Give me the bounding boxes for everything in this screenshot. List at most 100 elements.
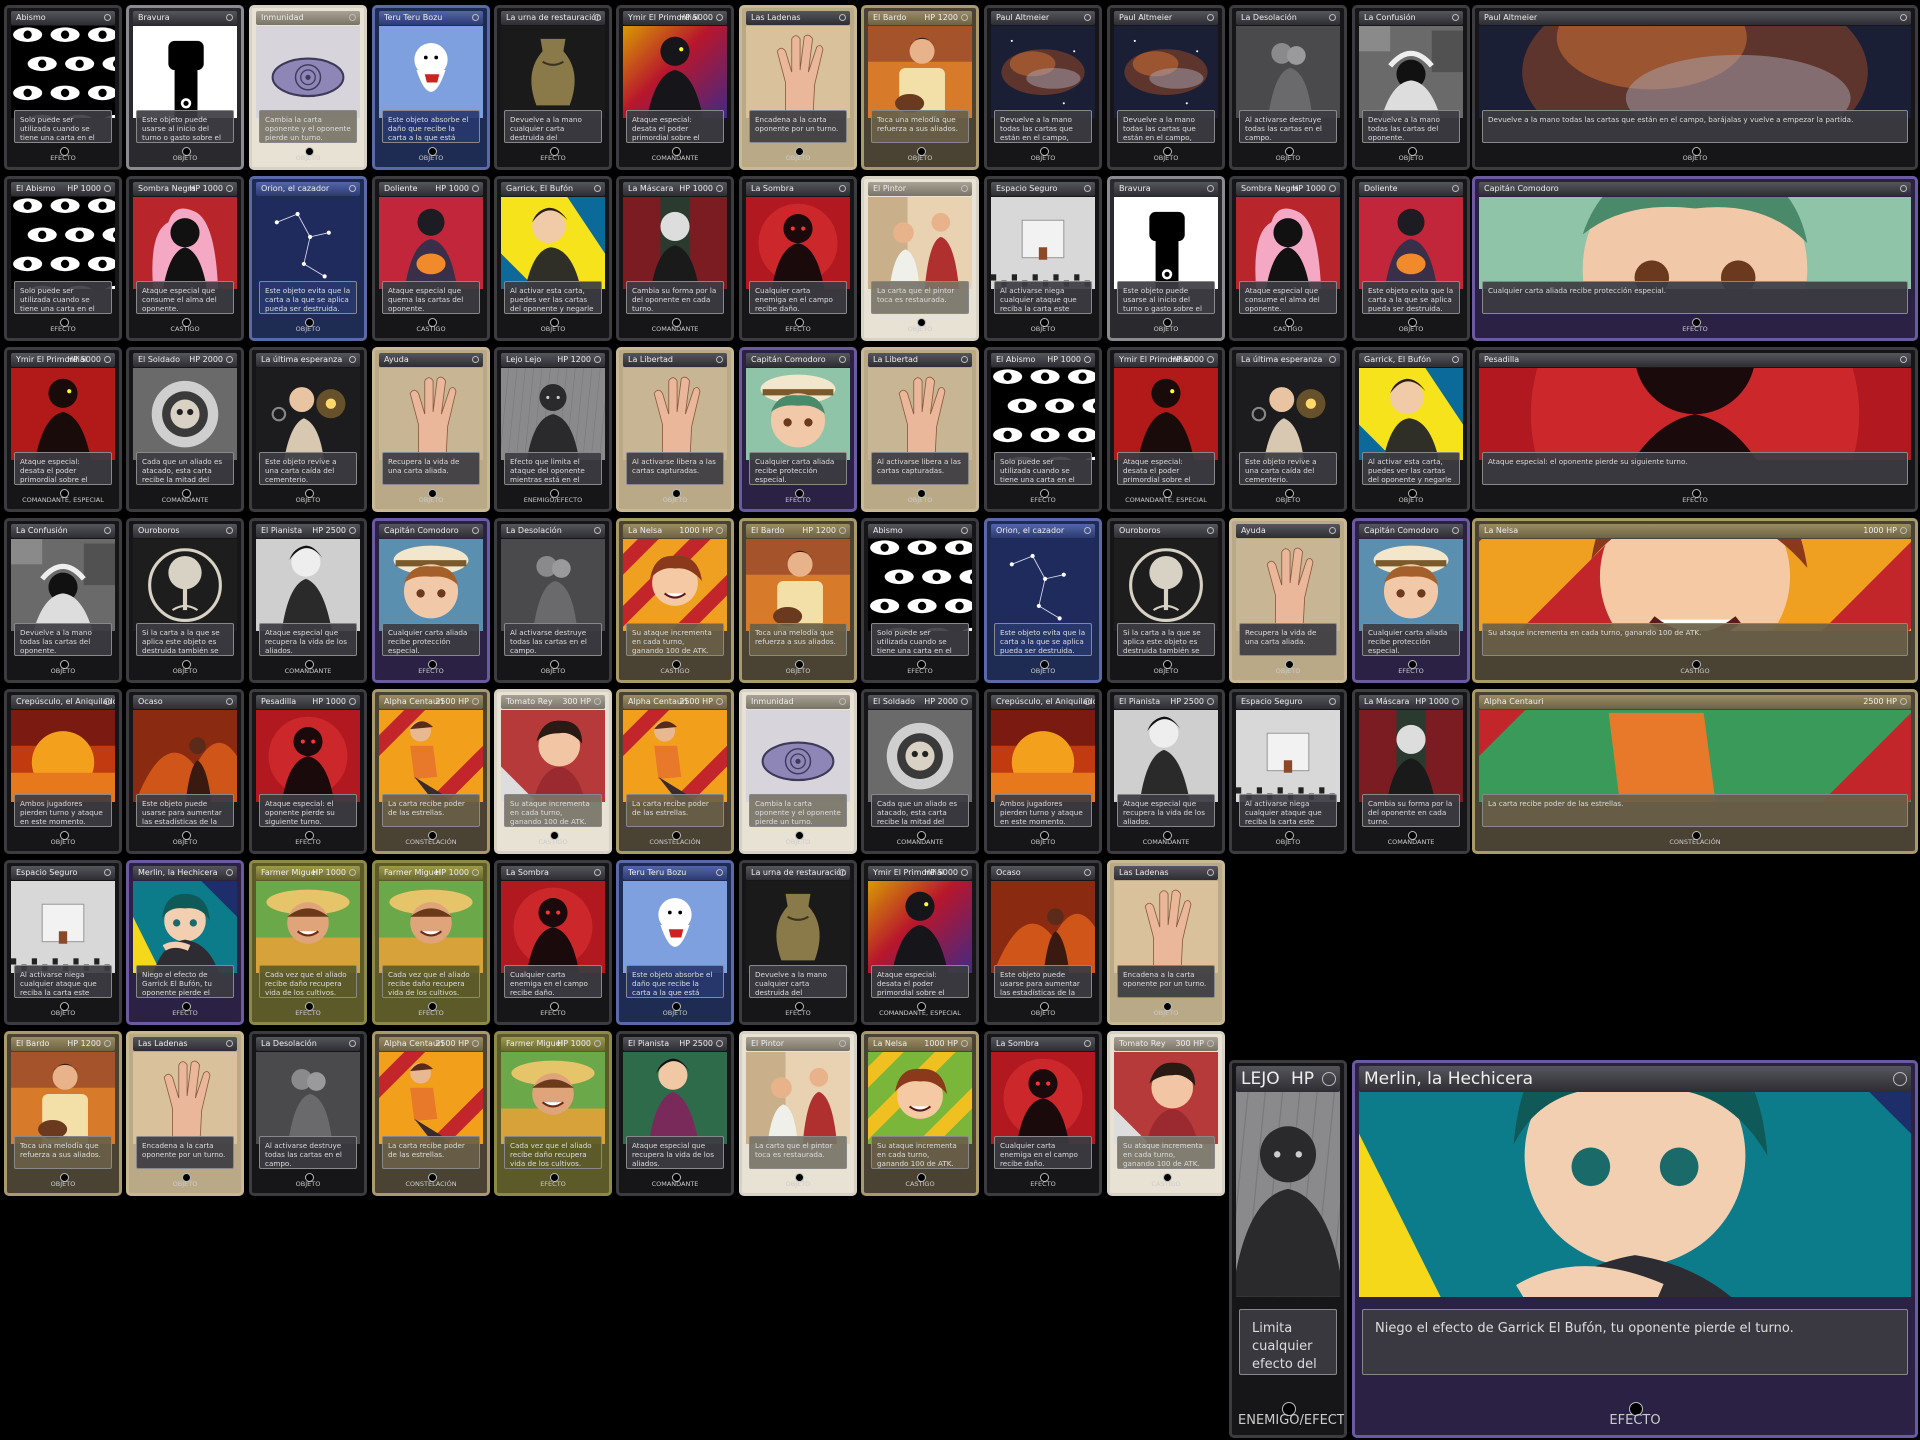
game-card[interactable]: La Desolación Al activarse destruye todas… [249, 1031, 367, 1196]
game-card[interactable]: Las Ladenas Encadena a la carta oponente … [739, 5, 857, 170]
game-card[interactable]: Pesadilla HP 1000 Ataque especial: el opon… [249, 689, 367, 854]
game-card[interactable]: Ymir El Primordial HP 5000 Ataque especial… [1107, 347, 1225, 512]
game-card[interactable]: Farmer Miguel HP 1000 Cada vez que el alia… [249, 860, 367, 1025]
game-card[interactable]: Ouroboros Si la carta a la que se aplica … [1107, 518, 1225, 683]
game-card[interactable]: Sombra Negra HP 1000 Ataque especial que c… [126, 176, 244, 341]
game-card[interactable]: Capitán Comodoro Cualquier carta aliada r… [372, 518, 490, 683]
game-card[interactable]: Ymir El Primordial HP 5000 Ataque especial… [4, 347, 122, 512]
game-card[interactable]: Farmer Miguel HP 1000 Cada vez que el alia… [372, 860, 490, 1025]
game-card[interactable]: Crepúsculo, el Aniquilador Ambos jugadore… [984, 689, 1102, 854]
game-card[interactable]: El Soldado HP 2000 Cada que un aliado es a… [126, 347, 244, 512]
game-card[interactable]: Espacio Seguro Al activarse niega cualqui… [984, 176, 1102, 341]
game-card[interactable]: Ayuda Recupera la vida de una carta aliad… [1229, 518, 1347, 683]
card-type-label: EFECTO [785, 1009, 811, 1017]
game-card[interactable]: Tomato Rey 300 HP Su ataque incrementa en … [494, 689, 612, 854]
game-card[interactable]: Alpha Centauri 2500 HP La carta recibe pod… [616, 689, 734, 854]
game-card[interactable]: Orion, el cazador Este objeto evita que l… [249, 176, 367, 341]
game-card[interactable]: Espacio Seguro Al activarse niega cualqui… [1229, 689, 1347, 854]
card-type-label: CASTIGO [1273, 325, 1303, 333]
game-card[interactable]: La urna de restauración Devuelve a la man… [739, 860, 857, 1025]
game-card[interactable]: Sombra Negra HP 1000 Ataque especial que c… [1229, 176, 1347, 341]
game-card[interactable]: El Abismo HP 1000 Solo puede ser utilizada… [984, 347, 1102, 512]
game-card[interactable]: La Confusión Devuelve a la mano todas las… [4, 518, 122, 683]
game-card[interactable]: El Pianista HP 2500 Ataque especial que re… [616, 1031, 734, 1196]
game-card[interactable]: Inmunidad Cambia la carta oponente y el o… [739, 689, 857, 854]
game-card[interactable]: Bravura Este objeto puede usarse al inici… [1107, 176, 1225, 341]
card-title: El Soldado [138, 355, 180, 364]
game-card[interactable]: Paul Altmeier Devuelve a la mano todas la… [1472, 5, 1918, 170]
card-type-label: OBJETO [418, 154, 444, 162]
game-card[interactable]: Las Ladenas Encadena a la carta oponente … [1107, 860, 1225, 1025]
game-card[interactable]: La Libertad Al activarse libera a las car… [616, 347, 734, 512]
game-card[interactable]: La Libertad Al activarse libera a las car… [861, 347, 979, 512]
card-footer: EFECTO [993, 489, 1093, 506]
game-card[interactable]: La Sombra Cualquier carta enemiga en el c… [739, 176, 857, 341]
game-card[interactable]: El Pintor La carta que el pintor toca es … [739, 1031, 857, 1196]
featured-card[interactable]: LEJO HP Limita cualquier efecto del oponen… [1229, 1060, 1347, 1438]
game-card[interactable]: Capitán Comodoro Cualquier carta aliada r… [1352, 518, 1470, 683]
game-card[interactable]: La última esperanza Este objeto revive a … [1229, 347, 1347, 512]
game-card[interactable]: El Pintor La carta que el pintor toca es … [861, 176, 979, 341]
game-card[interactable]: La Desolación Al activarse destruye todas… [494, 518, 612, 683]
game-card[interactable]: La última esperanza Este objeto revive a … [249, 347, 367, 512]
game-card[interactable]: Doliente Este objeto evita que la carta a… [1352, 176, 1470, 341]
game-card[interactable]: Paul Altmeier Devuelve a la mano todas la… [1107, 5, 1225, 170]
game-card[interactable]: Las Ladenas Encadena a la carta oponente … [126, 1031, 244, 1196]
game-card[interactable]: Ymir El Primordial HP 5000 Ataque especial… [616, 5, 734, 170]
game-card[interactable]: El Bardo HP 1200 Toca una melodía que refu… [4, 1031, 122, 1196]
game-card[interactable]: Teru Teru Bozu Este objeto absorbe el dañ… [616, 860, 734, 1025]
game-card[interactable]: Capitán Comodoro Cualquier carta aliada r… [739, 347, 857, 512]
game-card[interactable]: La Nelsa 1000 HP Su ataque incrementa en c… [1472, 518, 1918, 683]
game-card[interactable]: Ouroboros Si la carta a la que se aplica … [126, 518, 244, 683]
card-artwork [501, 710, 605, 803]
game-card[interactable]: Merlin, la Hechicera Niego el efecto de G… [126, 860, 244, 1025]
game-card[interactable]: Bravura Este objeto puede usarse al inici… [126, 5, 244, 170]
game-card[interactable]: La Confusión Devuelve a la mano todas las… [1352, 5, 1470, 170]
card-effect-text: Al activarse niega cualquier ataque que … [994, 280, 1092, 315]
game-card[interactable]: Lejo Lejo HP 1200 Efecto que limita el ata… [494, 347, 612, 512]
game-card[interactable]: Ymir El Primordial HP 5000 Ataque especial… [861, 860, 979, 1025]
game-card[interactable]: El Soldado HP 2000 Cada que un aliado es a… [861, 689, 979, 854]
game-card[interactable]: Alpha Centauri 2500 HP La carta recibe pod… [1472, 689, 1918, 854]
game-card[interactable]: Orion, el cazador Este objeto evita que l… [984, 518, 1102, 683]
game-card[interactable]: Doliente HP 1000 Ataque especial que quema… [372, 176, 490, 341]
game-card[interactable]: El Pianista HP 2500 Ataque especial que re… [1107, 689, 1225, 854]
game-card[interactable]: La Nelsa 1000 HP Su ataque incrementa en c… [616, 518, 734, 683]
game-card[interactable]: El Bardo HP 1200 Toca una melodía que refu… [861, 5, 979, 170]
card-type-label: CONSTELACIÓN [405, 838, 457, 846]
game-card[interactable]: Capitán Comodoro Cualquier carta aliada r… [1472, 176, 1918, 341]
game-card[interactable]: Alpha Centauri 2500 HP La carta recibe pod… [372, 1031, 490, 1196]
game-card[interactable]: Garrick, El Bufón Al activar esta carta, … [494, 176, 612, 341]
game-card[interactable]: La Máscara HP 1000 Cambia su forma por la … [616, 176, 734, 341]
game-card[interactable]: Teru Teru Bozu Este objeto absorbe el dañ… [372, 5, 490, 170]
game-card[interactable]: La urna de restauración Devuelve a la man… [494, 5, 612, 170]
game-card[interactable]: Farmer Miguel HP 1000 Cada vez que el alia… [494, 1031, 612, 1196]
featured-card[interactable]: Merlin, la Hechicera Niego el efecto de G… [1352, 1060, 1918, 1438]
game-card[interactable]: El Abismo HP 1000 Solo puede ser utilizada… [4, 176, 122, 341]
game-card[interactable]: Paul Altmeier Devuelve a la mano todas la… [984, 5, 1102, 170]
card-type-label: OBJETO [1398, 325, 1424, 333]
game-card[interactable]: La Nelsa 1000 HP Su ataque incrementa en c… [861, 1031, 979, 1196]
card-footer: COMANDANTE, ESPECIAL [1116, 489, 1216, 506]
game-card[interactable]: Ocaso Este objeto puede usarse para aumen… [984, 860, 1102, 1025]
card-footer: OBJETO [135, 1173, 235, 1190]
game-card[interactable]: La Sombra Cualquier carta enemiga en el c… [984, 1031, 1102, 1196]
game-card[interactable]: El Pianista HP 2500 Ataque especial que re… [249, 518, 367, 683]
game-card[interactable]: Ayuda Recupera la vida de una carta aliad… [372, 347, 490, 512]
game-card[interactable]: Inmunidad Cambia la carta oponente y el o… [249, 5, 367, 170]
game-card[interactable]: Alpha Centauri 2500 HP La carta recibe pod… [372, 689, 490, 854]
game-card[interactable]: La Sombra Cualquier carta enemiga en el c… [494, 860, 612, 1025]
game-card[interactable]: Abismo Solo puede ser utilizada cuando se… [4, 5, 122, 170]
game-card[interactable]: La Desolación Al activarse destruye todas… [1229, 5, 1347, 170]
element-icon [594, 14, 601, 21]
game-card[interactable]: Garrick, El Bufón Al activar esta carta, … [1352, 347, 1470, 512]
game-card[interactable]: El Bardo HP 1200 Toca una melodía que refu… [739, 518, 857, 683]
game-card[interactable]: La Máscara HP 1000 Cambia su forma por la … [1352, 689, 1470, 854]
game-card[interactable]: Crepúsculo, el Aniquilador Ambos jugadore… [4, 689, 122, 854]
card-artwork [256, 26, 360, 119]
game-card[interactable]: Abismo Solo puede ser utilizada cuando se… [861, 518, 979, 683]
game-card[interactable]: Tomato Rey 300 HP Su ataque incrementa en … [1107, 1031, 1225, 1196]
game-card[interactable]: Pesadilla Ataque especial: el oponente pi… [1472, 347, 1918, 512]
game-card[interactable]: Ocaso Este objeto puede usarse para aumen… [126, 689, 244, 854]
game-card[interactable]: Espacio Seguro Al activarse niega cualqui… [4, 860, 122, 1025]
